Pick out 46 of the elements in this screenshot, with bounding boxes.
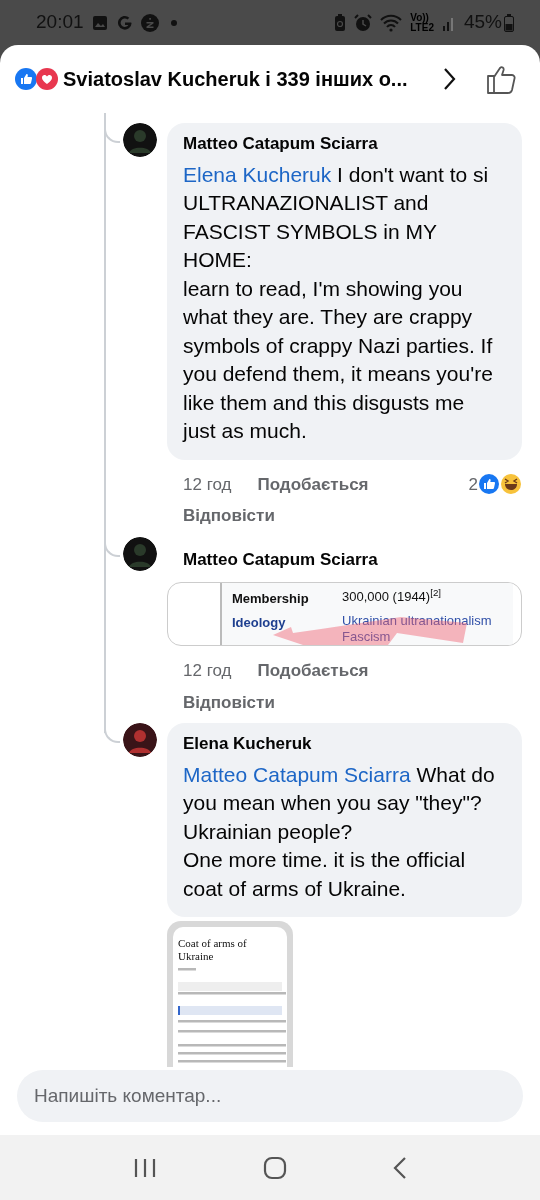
mention-link[interactable]: Elena Kucheruk	[183, 162, 332, 186]
avatar	[123, 536, 157, 571]
dot-icon	[170, 19, 177, 26]
battery-saver-icon	[334, 13, 347, 32]
chevron-right-icon[interactable]	[442, 67, 456, 91]
app-badge-icon	[140, 13, 159, 32]
comment-text: Matteo Catapum Sciarra What do you mean when you say "they"? Ukrainian people? One more time. it is the official coat of arms of Ukraine.	[183, 761, 496, 902]
article-title: Coat of arms of Ukraine	[178, 937, 248, 963]
infobox-value: 300,000 (1944)$^{[2]}$	[342, 589, 442, 606]
love-reaction-icon	[35, 67, 59, 91]
comment-text: Elena Kucheruk I don't want to si ULTRANAZIONALIST and FASCIST SYMBOLS in MY HOME: learn to read, I'm showing you what they are. They are crappy symbols of crappy Nazi parties. If you defend them, it means you're like them and this disgusts me just as much.	[183, 161, 494, 444]
google-icon	[115, 13, 134, 32]
image-icon	[91, 14, 108, 31]
screenshot-thumbnail[interactable]: Coat of arms of Ukraine	[167, 921, 293, 1067]
volte-label: Vo))	[410, 12, 430, 23]
like-reaction-icon	[14, 67, 38, 91]
comment-time: 12 год	[183, 660, 232, 682]
clock-text: 20:01	[36, 10, 84, 35]
comment-time: 12 год	[183, 473, 232, 496]
reaction-count: 2	[468, 473, 478, 496]
infobox-value[interactable]: Ukrainian ultranationalism Fascism	[342, 612, 492, 645]
mention-link[interactable]: Matteo Catapum Sciarra	[183, 762, 411, 786]
recent-apps-icon[interactable]	[133, 1156, 157, 1179]
battery-text: 45%	[463, 10, 502, 35]
avatar	[123, 723, 157, 757]
network-label: LTE2	[410, 22, 434, 33]
comment-field[interactable]: Напишіть коментар...	[17, 1070, 523, 1122]
wifi-icon	[380, 13, 403, 32]
reply-link[interactable]: Відповісти	[167, 683, 522, 715]
haha-reaction-icon	[500, 473, 522, 496]
home-icon[interactable]	[263, 1155, 287, 1180]
like-reaction-icon	[478, 473, 500, 496]
like-link[interactable]: Подобається	[257, 471, 369, 497]
alarm-icon	[354, 13, 373, 32]
infobox-label[interactable]: Ideology	[232, 612, 342, 645]
battery-icon	[504, 13, 514, 32]
author-name[interactable]: Elena Kucheruk	[183, 731, 500, 757]
author-name[interactable]: Matteo Catapum Sciarra	[167, 536, 522, 578]
back-icon[interactable]	[393, 1155, 407, 1180]
author-name[interactable]: Matteo Catapum Sciarra	[183, 131, 500, 157]
reactions-summary[interactable]: Sviatoslav Kucheruk і 339 інших о...	[63, 64, 408, 94]
like-link[interactable]: Подобається	[257, 658, 369, 684]
like-icon[interactable]	[486, 63, 518, 95]
reply-link[interactable]: Відповісти	[167, 497, 522, 529]
infobox-label: Membership	[232, 590, 310, 608]
avatar	[123, 123, 157, 157]
